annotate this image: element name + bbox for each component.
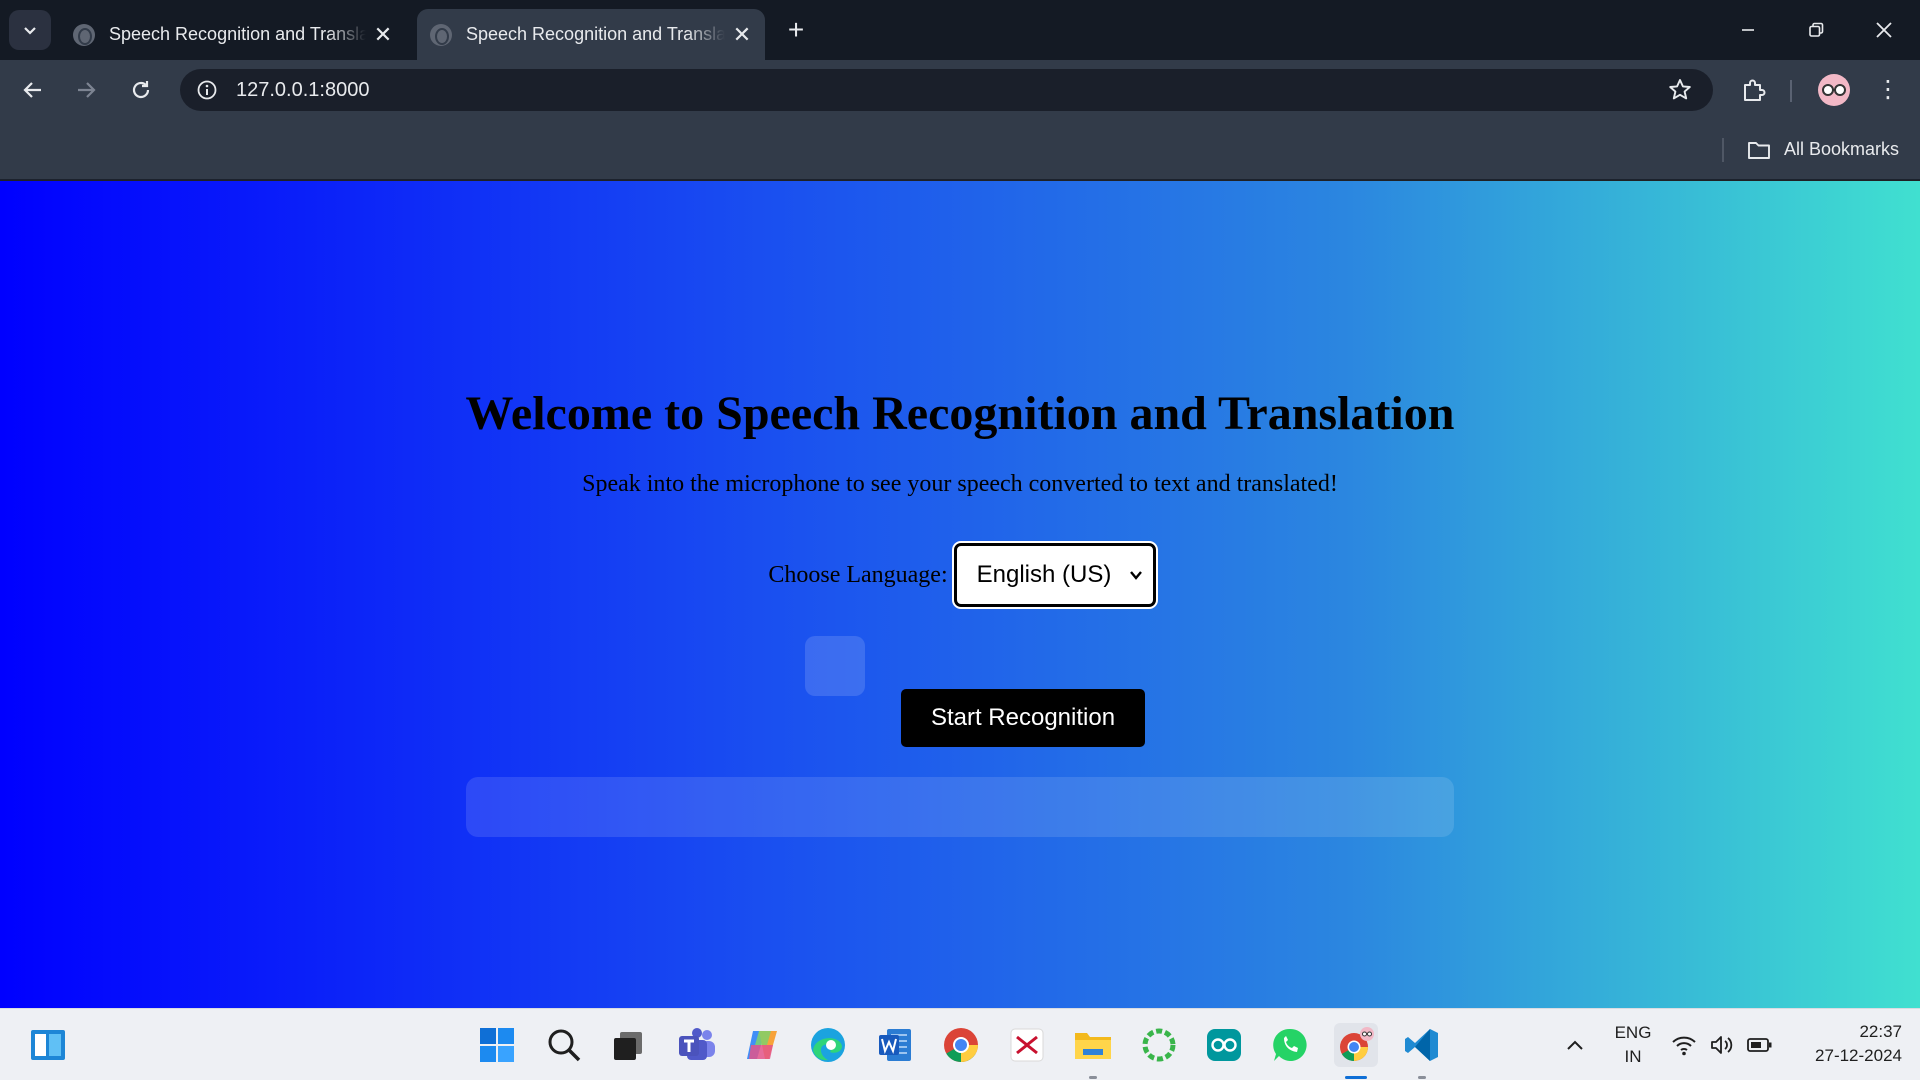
back-button[interactable] [15, 72, 51, 108]
toolbar-divider [1790, 80, 1792, 102]
file-explorer-icon[interactable] [1071, 1023, 1115, 1067]
input-language-indicator[interactable]: ENG IN [1604, 1023, 1662, 1067]
bookmarks-bar [0, 120, 1920, 180]
clock[interactable]: 22:37 27-12-2024 [1790, 1022, 1902, 1066]
arrow-right-icon [78, 82, 96, 98]
start-icon[interactable] [475, 1023, 519, 1067]
chevron-down-icon [24, 27, 36, 35]
output-text-box [466, 777, 1454, 837]
close-icon[interactable]: ✕ [725, 22, 759, 48]
region-code: IN [1624, 1047, 1642, 1066]
volume-icon[interactable] [1706, 1023, 1738, 1067]
chevron-down-icon [1129, 571, 1142, 580]
widgets-icon[interactable] [26, 1023, 70, 1067]
arduino-icon[interactable] [1202, 1023, 1246, 1067]
url-text[interactable]: 127.0.0.1:8000 [236, 79, 369, 102]
language-selected-value: English (US) [976, 561, 1112, 588]
globe-icon [430, 23, 452, 46]
new-tab-button[interactable]: + [780, 14, 812, 46]
page-subtitle: Speak into the microphone to see your sp… [582, 471, 1338, 497]
tab-search-button[interactable] [9, 10, 51, 50]
taskbar: ENG IN 22:37 27-12-2024 [0, 1008, 1920, 1080]
chrome-icon[interactable] [939, 1023, 983, 1067]
wifi-icon[interactable] [1668, 1023, 1700, 1067]
tab-title: Speech Recognition and Translation [466, 24, 725, 44]
restore-icon [1809, 22, 1824, 37]
tab-2[interactable]: Speech Recognition and Translation ✕ [417, 9, 765, 60]
language-select[interactable]: English (US) [953, 543, 1156, 607]
whatsapp-icon[interactable] [1268, 1023, 1312, 1067]
teams-icon[interactable] [675, 1023, 719, 1067]
restore-button[interactable] [1790, 8, 1842, 52]
tab-1[interactable]: Speech Recognition and Translation ✕ [60, 9, 406, 60]
bookmarks-divider [1722, 138, 1724, 162]
bookmark-star-icon[interactable] [1667, 77, 1693, 103]
start-recognition-button[interactable]: Start Recognition [901, 689, 1145, 747]
close-icon[interactable]: ✕ [366, 22, 400, 48]
running-indicator [1089, 1076, 1097, 1079]
active-indicator [1345, 1076, 1367, 1079]
arrow-left-icon [23, 82, 41, 98]
extensions-icon[interactable] [1740, 76, 1768, 104]
language-row: Choose Language: English (US) [0, 543, 1920, 607]
page-title: Welcome to Speech Recognition and Transl… [465, 387, 1455, 440]
copilot-icon[interactable] [740, 1023, 784, 1067]
language-code: ENG [1614, 1023, 1652, 1042]
word-icon[interactable] [873, 1023, 917, 1067]
address-bar[interactable]: 127.0.0.1:8000 [180, 69, 1713, 111]
browser-menu-icon[interactable]: ⋮ [1876, 74, 1900, 106]
page-viewport: Welcome to Speech Recognition and Transl… [0, 181, 1920, 1008]
folder-icon[interactable] [1746, 137, 1772, 163]
tab-strip: Speech Recognition and Translation ✕ Spe… [0, 0, 1920, 60]
task-view-icon[interactable] [606, 1023, 650, 1067]
reload-button[interactable] [123, 72, 159, 108]
search-icon[interactable] [542, 1023, 586, 1067]
chevron-up-icon[interactable] [1553, 1023, 1597, 1067]
profile-avatar-icon[interactable] [1818, 74, 1850, 106]
clock-date: 27-12-2024 [1815, 1046, 1902, 1065]
app-ring-icon[interactable] [1137, 1023, 1181, 1067]
close-window-button[interactable] [1858, 8, 1910, 52]
minimize-button[interactable] [1722, 8, 1774, 52]
anydesk-icon[interactable] [1005, 1023, 1049, 1067]
globe-icon [73, 23, 95, 46]
reload-icon [132, 81, 150, 99]
vscode-icon[interactable] [1400, 1023, 1444, 1067]
running-indicator [1418, 1076, 1426, 1079]
site-info-icon[interactable] [194, 77, 220, 103]
close-icon [1876, 22, 1892, 38]
language-label: Choose Language: [768, 561, 948, 588]
forward-button[interactable] [68, 72, 104, 108]
mic-status-indicator [805, 636, 865, 696]
edge-icon[interactable] [806, 1023, 850, 1067]
chrome-profile-icon[interactable] [1334, 1023, 1378, 1067]
tab-title: Speech Recognition and Translation [109, 24, 366, 44]
browser-toolbar: 127.0.0.1:8000 ⋮ [0, 60, 1920, 120]
all-bookmarks-link[interactable]: All Bookmarks [1784, 139, 1899, 160]
battery-icon[interactable] [1744, 1023, 1776, 1067]
minimize-icon [1742, 29, 1754, 31]
clock-time: 22:37 [1859, 1022, 1902, 1041]
